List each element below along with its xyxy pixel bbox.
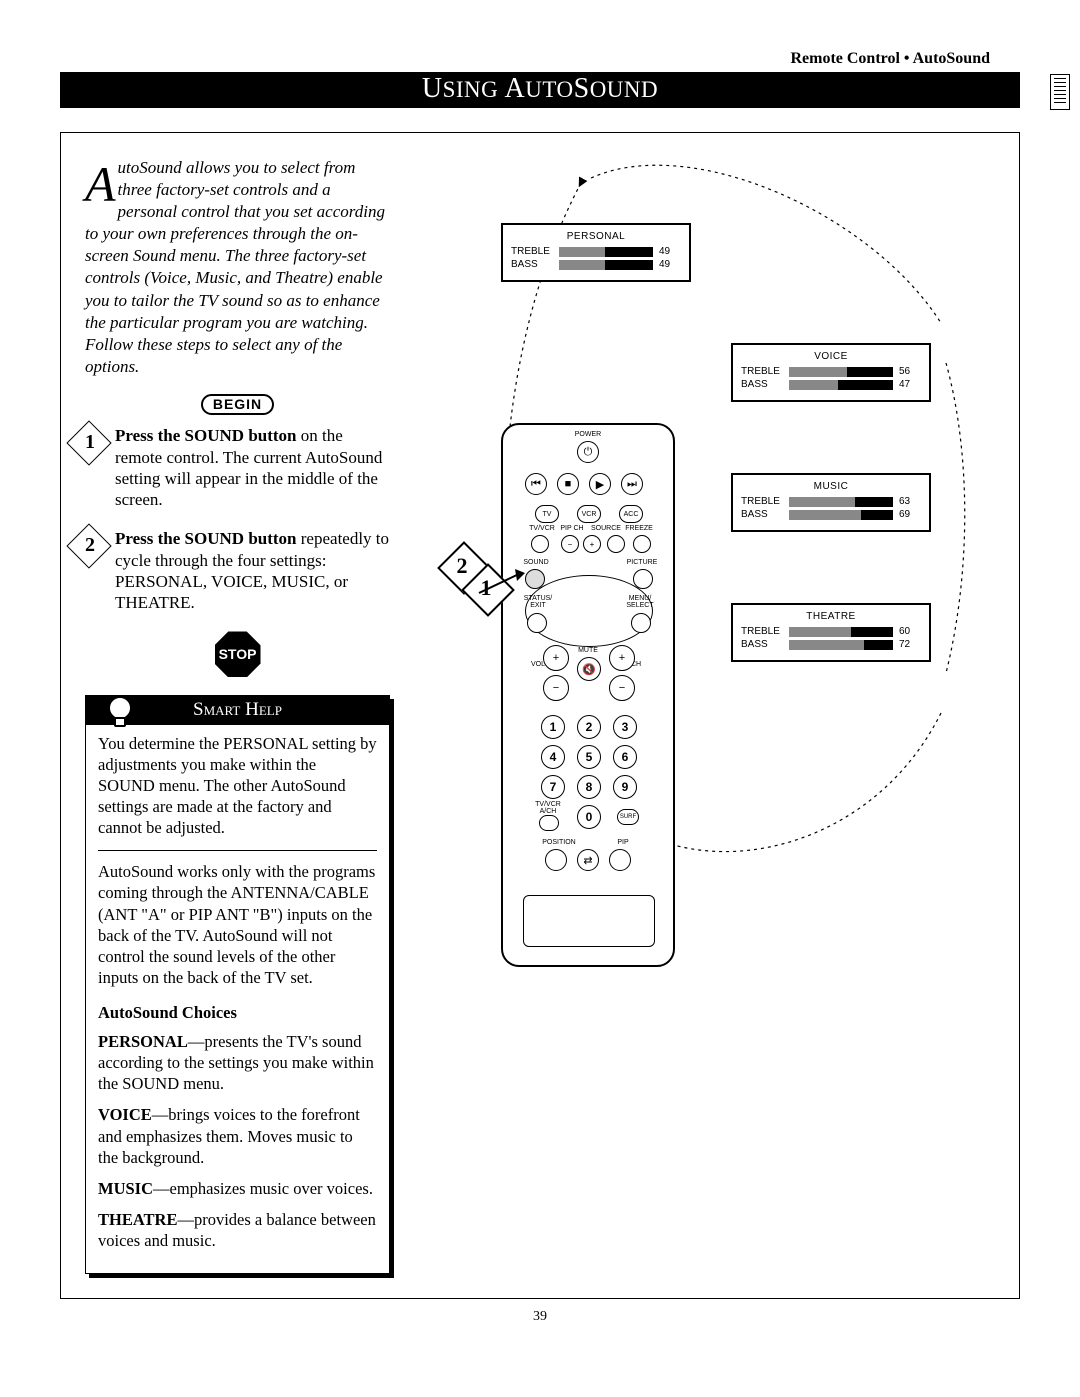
dropcap: A: [85, 157, 118, 206]
remote-control: POWER ⏻ ⏮ ■ ▶ ⏭ TV VCR ACC TV/VCR PIP CH…: [501, 423, 675, 967]
tvvcr-button[interactable]: [531, 535, 549, 553]
tv-button[interactable]: TV: [535, 505, 559, 523]
digit-0[interactable]: 0: [577, 805, 601, 829]
osd-theatre: THEATRE TREBLE60 BASS72: [731, 603, 931, 662]
step-2: 2 Press the SOUND button repeatedly to c…: [85, 528, 390, 613]
swap-button[interactable]: ⇄: [577, 849, 599, 871]
digit-9[interactable]: 9: [613, 775, 637, 799]
osd-voice: VOICE TREBLE56 BASS47: [731, 343, 931, 402]
osd-music: MUSIC TREBLE63 BASS69: [731, 473, 931, 532]
digit-2[interactable]: 2: [577, 715, 601, 739]
ach-button[interactable]: [539, 815, 559, 831]
ch-down-button[interactable]: −: [609, 675, 635, 701]
position-button[interactable]: [545, 849, 567, 871]
status-exit-button[interactable]: [527, 613, 547, 633]
ffwd-button[interactable]: ⏭: [621, 473, 643, 495]
vol-down-button[interactable]: −: [543, 675, 569, 701]
smart-help-box: Smart Help You determine the PERSONAL se…: [85, 695, 390, 1274]
mute-button[interactable]: 🔇: [577, 657, 601, 681]
play-button[interactable]: ▶: [589, 473, 611, 495]
pipch-minus-button[interactable]: −: [561, 535, 579, 553]
digit-1[interactable]: 1: [541, 715, 565, 739]
vcr-button[interactable]: VCR: [577, 505, 601, 523]
begin-badge: BEGIN: [85, 392, 390, 426]
stop-button[interactable]: ■: [557, 473, 579, 495]
smart-help-heading: Smart Help: [86, 696, 389, 724]
digit-8[interactable]: 8: [577, 775, 601, 799]
lightbulb-icon: [96, 682, 144, 730]
spiral-binding-icon: [1050, 74, 1070, 110]
choices-heading: AutoSound Choices: [98, 1002, 377, 1023]
stop-badge: STOP: [85, 631, 390, 677]
smart-help-p2: AutoSound works only with the programs c…: [98, 861, 377, 988]
choice-voice: VOICE—brings voices to the forefront and…: [98, 1104, 377, 1167]
smart-help-p1: You determine the PERSONAL setting by ad…: [98, 733, 377, 839]
rewind-button[interactable]: ⏮: [525, 473, 547, 495]
breadcrumb: Remote Control • AutoSound: [60, 50, 1020, 68]
menu-select-button[interactable]: [631, 613, 651, 633]
choice-theatre: THEATRE—provides a balance between voice…: [98, 1209, 377, 1251]
osd-personal: PERSONAL TREBLE49 BASS49: [501, 223, 691, 282]
surf-button[interactable]: SURF: [617, 809, 639, 825]
page-title: USING AUTOSOUND: [60, 72, 1020, 108]
step-1: 1 Press the SOUND button on the remote c…: [85, 425, 390, 510]
acc-button[interactable]: ACC: [619, 505, 643, 523]
ch-up-button[interactable]: +: [609, 645, 635, 671]
illustration: PERSONAL TREBLE49 BASS49 VOICE TREBLE56 …: [441, 153, 981, 913]
digit-5[interactable]: 5: [577, 745, 601, 769]
choice-music: MUSIC—emphasizes music over voices.: [98, 1178, 377, 1199]
page-number: 39: [60, 1309, 1020, 1325]
choice-personal: PERSONAL—presents the TV's sound accordi…: [98, 1031, 377, 1094]
digit-6[interactable]: 6: [613, 745, 637, 769]
digit-4[interactable]: 4: [541, 745, 565, 769]
freeze-button[interactable]: [633, 535, 651, 553]
nav-ring[interactable]: [525, 575, 653, 647]
source-button[interactable]: [607, 535, 625, 553]
pipch-plus-button[interactable]: +: [583, 535, 601, 553]
pip-button[interactable]: [609, 849, 631, 871]
vol-up-button[interactable]: +: [543, 645, 569, 671]
digit-3[interactable]: 3: [613, 715, 637, 739]
remote-bottom-panel: [523, 895, 655, 947]
digit-7[interactable]: 7: [541, 775, 565, 799]
intro-paragraph: A utoSound allows you to select from thr…: [85, 157, 390, 378]
power-button[interactable]: ⏻: [577, 441, 599, 463]
